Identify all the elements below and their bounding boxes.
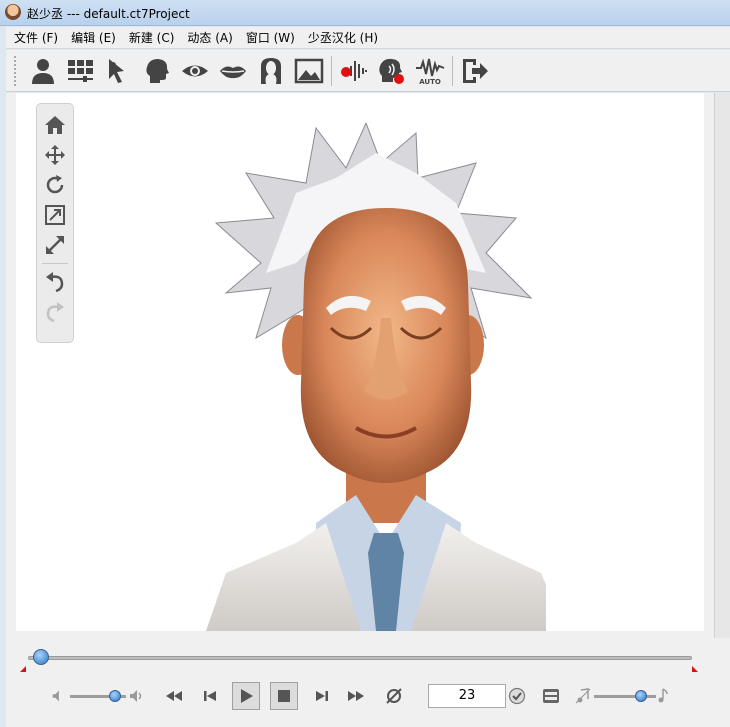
volume-slider-thumb[interactable] — [108, 690, 121, 702]
menu-window[interactable]: 窗口 (W) — [242, 29, 304, 46]
record-audio-icon — [341, 60, 367, 81]
auto-label: AUTO — [419, 78, 441, 86]
timeline-panel: 23 — [6, 638, 730, 727]
head-icon — [146, 58, 169, 83]
toolbar-separator — [331, 55, 332, 86]
app-icon — [5, 4, 21, 20]
menu-bar: 文件 (F) 编辑 (E) 新建 (C) 动态 (A) 窗口 (W) 少丞汉化 … — [6, 27, 730, 49]
redo-icon — [46, 302, 64, 323]
lips-button[interactable] — [214, 53, 252, 89]
speed-slider-track[interactable] — [594, 695, 656, 698]
window-title: 赵少丞 --- default.ct7Project — [27, 7, 190, 21]
eye-button[interactable] — [176, 53, 214, 89]
timeline-panel-icon — [543, 689, 559, 703]
mute-button[interactable] — [50, 682, 66, 710]
rotate-view-button[interactable] — [40, 170, 70, 200]
loop-toggle-button[interactable] — [382, 682, 406, 710]
menu-edit[interactable]: 编辑 (E) — [67, 29, 125, 46]
record-audio-button[interactable] — [335, 53, 373, 89]
expand-view-button[interactable] — [40, 230, 70, 260]
speed-slow-icon-holder — [574, 682, 592, 710]
rewind-icon — [166, 691, 182, 701]
timeline-panel-button[interactable] — [538, 682, 564, 710]
music-note-slow-icon — [575, 688, 591, 704]
view-toolbar — [36, 103, 74, 343]
rewind-button[interactable] — [162, 682, 186, 710]
image-icon — [294, 58, 324, 83]
move-icon — [45, 145, 65, 165]
fast-forward-icon — [348, 691, 364, 701]
eye-icon — [182, 65, 208, 76]
menu-localization[interactable]: 少丞汉化 (H) — [304, 29, 387, 46]
scene-grid-icon — [68, 59, 93, 82]
record-face-icon — [379, 58, 404, 84]
lips-icon — [220, 66, 246, 78]
music-note-icon — [658, 688, 668, 703]
face-mask-icon — [261, 57, 281, 84]
expand-icon — [46, 236, 64, 254]
speaker-loud-icon — [130, 690, 142, 702]
toolbar-grip[interactable] — [14, 55, 18, 86]
undo-icon — [46, 272, 64, 293]
next-frame-button[interactable] — [310, 682, 334, 710]
skip-forward-icon — [316, 691, 328, 701]
range-end-marker[interactable] — [692, 666, 698, 672]
menu-create[interactable]: 新建 (C) — [125, 29, 184, 46]
select-pointer-button[interactable] — [100, 53, 138, 89]
move-view-button[interactable] — [40, 140, 70, 170]
head-button[interactable] — [138, 53, 176, 89]
auto-lipsync-icon: AUTO — [416, 57, 445, 86]
speaker-mute-icon — [52, 690, 59, 702]
exit-icon — [463, 58, 488, 83]
fast-forward-button[interactable] — [344, 682, 368, 710]
face-mask-button[interactable] — [252, 53, 290, 89]
record-face-button[interactable] — [373, 53, 411, 89]
play-icon — [241, 689, 253, 703]
select-pointer-icon — [109, 58, 124, 83]
frame-confirm-button[interactable] — [506, 682, 528, 710]
view-toolbar-separator — [42, 263, 68, 264]
range-start-marker[interactable] — [20, 666, 26, 672]
rotate-icon — [46, 175, 64, 194]
home-view-button[interactable] — [40, 110, 70, 140]
skip-back-icon — [204, 691, 216, 701]
main-toolbar: AUTO — [6, 50, 730, 92]
undo-button[interactable] — [40, 267, 70, 297]
menu-animation[interactable]: 动态 (A) — [183, 29, 241, 46]
zoom-fit-icon — [45, 205, 65, 225]
scene-grid-button[interactable] — [62, 53, 100, 89]
vertical-scrollbar[interactable] — [714, 93, 730, 638]
actor-button[interactable] — [24, 53, 62, 89]
speed-slider-thumb[interactable] — [634, 690, 647, 702]
redo-button[interactable] — [40, 297, 70, 327]
image-button[interactable] — [290, 53, 328, 89]
playback-controls: 23 — [6, 682, 730, 712]
workspace — [6, 93, 730, 638]
menu-file[interactable]: 文件 (F) — [10, 29, 67, 46]
stop-icon — [278, 690, 290, 702]
volume-max-icon-holder — [128, 682, 146, 710]
frame-number-field[interactable]: 23 — [428, 684, 506, 708]
stop-button[interactable] — [270, 682, 298, 710]
play-button[interactable] — [232, 682, 260, 710]
actor-icon — [32, 58, 54, 84]
timeline-track[interactable] — [28, 656, 692, 660]
home-icon — [45, 116, 65, 134]
timeline-playhead[interactable] — [33, 649, 50, 665]
auto-lipsync-button[interactable]: AUTO — [411, 53, 449, 89]
loop-off-icon — [386, 688, 402, 704]
zoom-fit-button[interactable] — [40, 200, 70, 230]
stage-viewport[interactable] — [16, 93, 704, 631]
speed-fast-icon-holder — [654, 682, 672, 710]
character-render[interactable] — [186, 123, 546, 631]
title-bar: 赵少丞 --- default.ct7Project — [0, 0, 730, 26]
exit-button[interactable] — [456, 53, 494, 89]
check-circle-icon — [508, 687, 526, 705]
previous-frame-button[interactable] — [198, 682, 222, 710]
toolbar-separator — [452, 55, 453, 86]
